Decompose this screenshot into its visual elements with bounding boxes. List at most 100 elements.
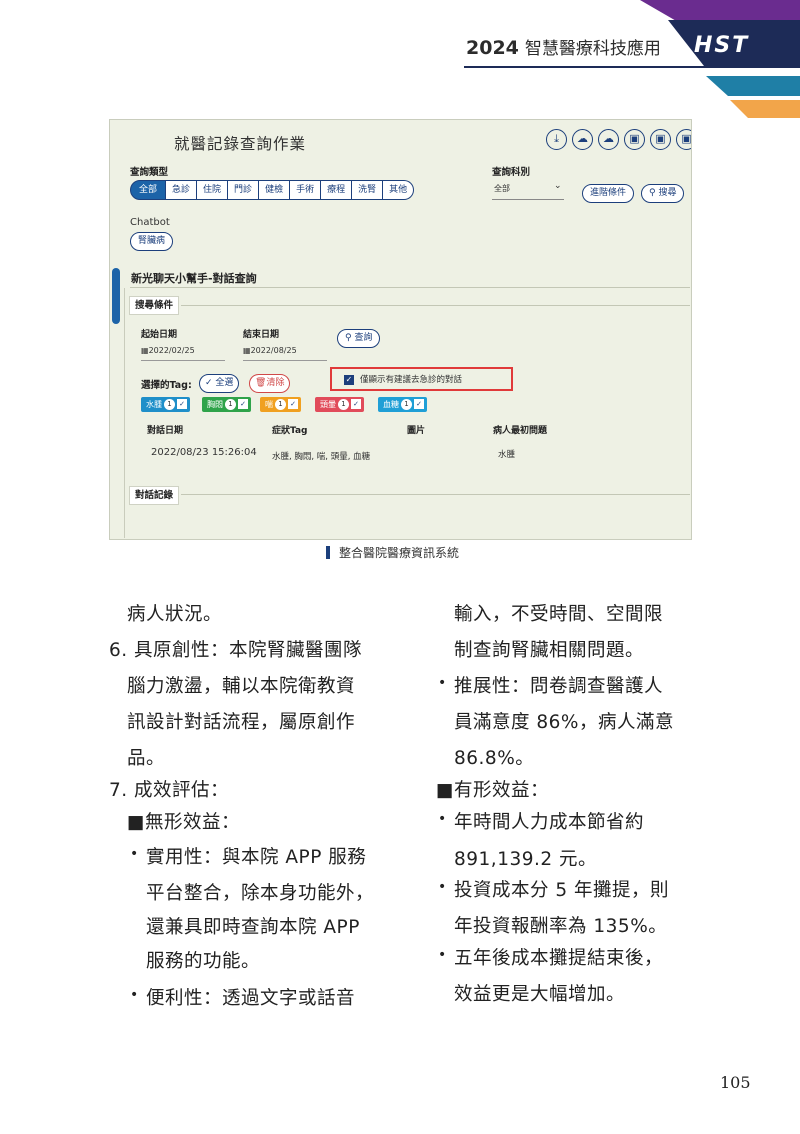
- checkbox-checked-icon: ✓: [351, 399, 361, 409]
- search-box-title: 搜尋條件: [129, 296, 180, 315]
- right-line-1: 輸入，不受時間、空間限: [454, 604, 664, 625]
- content-border: [124, 288, 125, 538]
- search-button[interactable]: ⚲ 搜尋: [641, 184, 685, 203]
- end-date-underline: [243, 360, 327, 361]
- select-all-button[interactable]: ✓ 全選: [199, 374, 240, 393]
- download-icon[interactable]: ⤓: [546, 129, 567, 150]
- start-date-input[interactable]: ▦2022/02/25: [141, 346, 195, 355]
- end-date-input[interactable]: ▦2022/08/25: [243, 346, 297, 355]
- tag-count: 1: [338, 399, 349, 410]
- left-line-7: ■無形效益：: [127, 812, 240, 833]
- tag-count: 1: [401, 399, 412, 410]
- header-title: 2024 智慧醫療科技應用: [466, 34, 661, 59]
- tag-label: 血糖: [383, 400, 399, 409]
- cloud-icon[interactable]: ☁: [598, 129, 619, 150]
- bullet-marker: •: [130, 987, 139, 1003]
- tag-chip[interactable]: 喘 1 ✓: [260, 397, 301, 412]
- tag-count: 1: [275, 399, 286, 410]
- right-line-3: 推展性：問卷調查醫護人: [454, 676, 664, 697]
- query-button[interactable]: ⚲ 查詢: [337, 329, 381, 348]
- records-box-rule: [181, 494, 690, 495]
- chevron-down-icon: ⌄: [554, 181, 562, 191]
- tag-chip[interactable]: 水腫 1 ✓: [141, 397, 190, 412]
- query-type-all[interactable]: 全部: [130, 180, 167, 200]
- figure-caption: 整合醫院醫療資訊系統: [326, 544, 459, 561]
- right-line-11: 五年後成本攤提結束後，: [454, 948, 664, 969]
- left-line-3: 腦力激盪，輔以本院衛教資: [127, 676, 356, 697]
- col-header-image: 圖片: [407, 426, 426, 436]
- checkbox-checked-icon: ✓: [177, 399, 187, 409]
- right-line-12: 效益更是大幅增加。: [454, 984, 626, 1005]
- records-box-title: 對話記錄: [129, 486, 180, 505]
- col-header-question: 病人最初問題: [493, 426, 548, 436]
- header-stripe-orange: [730, 100, 800, 118]
- only-urgent-label: 僅顯示有建議去急診的對話: [360, 375, 463, 385]
- tag-label: 頭暈: [320, 400, 336, 409]
- query-type-other[interactable]: 其他: [383, 180, 415, 200]
- bullet-marker: •: [438, 811, 447, 827]
- right-line-10: 年投資報酬率為 135%。: [454, 916, 668, 937]
- header-rule: [464, 66, 800, 68]
- cell-question[interactable]: 水腫: [498, 448, 515, 460]
- advanced-button[interactable]: 進階條件: [582, 184, 635, 203]
- dept-select[interactable]: 全部: [494, 183, 510, 194]
- query-type-therapy[interactable]: 療程: [321, 180, 353, 200]
- left-line-4: 訊設計對話流程，屬原創作: [127, 712, 356, 733]
- cloud-upload-icon[interactable]: ☁: [572, 129, 593, 150]
- select-all-label: 全選: [215, 378, 234, 388]
- left-line-5: 品。: [127, 748, 166, 769]
- left-line-2: 6. 具原創性：本院腎臟醫團隊: [109, 640, 363, 661]
- left-line-10: 還兼具即時查詢本院 APP: [146, 917, 360, 938]
- end-date-value: 2022/08/25: [250, 346, 297, 355]
- query-type-segmented-control: 全部 急診 住院 門診 健檢 手術 療程 洗腎 其他: [130, 180, 415, 200]
- header-year: 2024: [466, 37, 519, 59]
- calendar-icon: ▦: [243, 346, 251, 355]
- query-type-outpatient[interactable]: 門診: [228, 180, 260, 200]
- query-type-surgery[interactable]: 手術: [290, 180, 322, 200]
- start-date-label: 起始日期: [141, 330, 178, 340]
- query-type-inpatient[interactable]: 住院: [197, 180, 229, 200]
- query-button-label: 查詢: [354, 333, 373, 343]
- query-type-checkup[interactable]: 健檢: [259, 180, 291, 200]
- tag-chip[interactable]: 胸悶 1 ✓: [202, 397, 251, 412]
- image-icon[interactable]: ▣: [650, 129, 671, 150]
- header-stripe-teal: [706, 76, 800, 96]
- query-type-emergency[interactable]: 急診: [166, 180, 198, 200]
- right-line-7: 年時間人力成本節省約: [454, 812, 645, 833]
- tag-label: 胸悶: [207, 400, 223, 409]
- query-type-dialysis[interactable]: 洗腎: [352, 180, 384, 200]
- left-line-6: 7. 成效評估：: [109, 780, 230, 801]
- cell-tags[interactable]: 水腫, 胸悶, 喘, 頭暈, 血糖: [272, 450, 370, 462]
- right-line-5: 86.8%。: [454, 748, 535, 769]
- app-title: 就醫記錄查詢作業: [174, 135, 307, 153]
- start-date-underline: [141, 360, 225, 361]
- tag-chip[interactable]: 血糖 1 ✓: [378, 397, 427, 412]
- only-urgent-checkbox[interactable]: ✓ 僅顯示有建議去急診的對話: [344, 373, 462, 385]
- checkbox-checked-icon: ✓: [414, 399, 424, 409]
- col-header-tags: 症狀Tag: [272, 426, 308, 436]
- end-date-label: 結束日期: [243, 330, 280, 340]
- query-type-label: 查詢類型: [130, 167, 169, 178]
- header-stripe-purple: [640, 0, 800, 22]
- search-button-label: 搜尋: [658, 188, 677, 198]
- tag-chip[interactable]: 頭暈 1 ✓: [315, 397, 364, 412]
- collapse-handle[interactable]: [112, 268, 120, 324]
- clear-label: 清除: [266, 378, 285, 388]
- cell-date[interactable]: 2022/08/23 15:26:04: [151, 447, 257, 458]
- left-line-1: 病人狀況。: [127, 604, 223, 625]
- right-line-4: 員滿意度 86%，病人滿意: [454, 712, 675, 733]
- dept-label: 查詢科別: [492, 167, 531, 178]
- image-icon[interactable]: ▣: [676, 129, 691, 150]
- checkbox-checked-icon: ✓: [288, 399, 298, 409]
- chatbot-tag[interactable]: 腎臟病: [130, 232, 174, 251]
- image-icon[interactable]: ▣: [624, 129, 645, 150]
- dept-select-underline: [492, 199, 564, 200]
- left-line-9: 平台整合，除本身功能外，: [146, 883, 375, 904]
- page-number: 105: [720, 1073, 751, 1092]
- clear-button[interactable]: 🗑清除: [249, 374, 291, 393]
- tag-label: 喘: [265, 400, 273, 409]
- right-line-2: 制查詢腎臟相關問題。: [454, 640, 645, 661]
- right-line-9: 投資成本分 5 年攤提，則: [454, 880, 670, 901]
- header-logo: HST: [694, 33, 750, 58]
- checkbox-checked-icon: ✓: [344, 374, 354, 385]
